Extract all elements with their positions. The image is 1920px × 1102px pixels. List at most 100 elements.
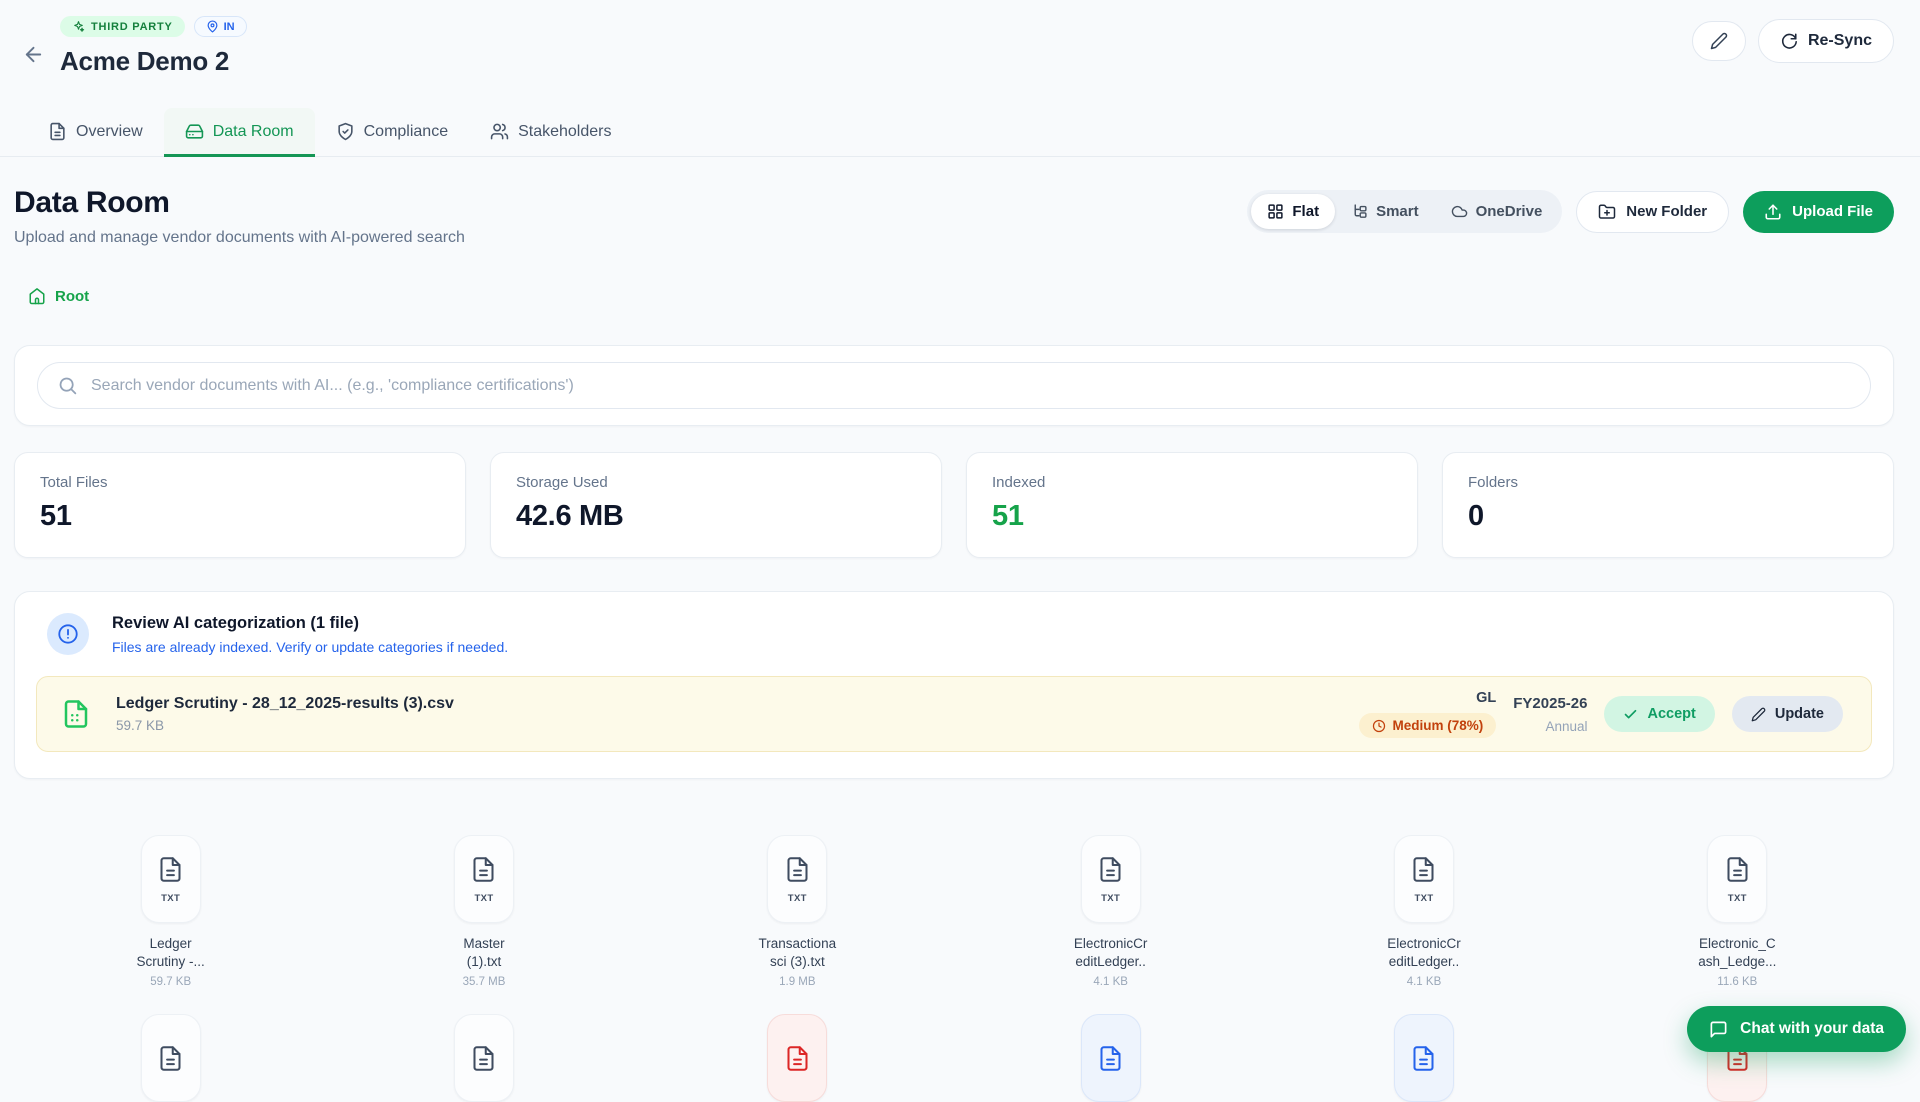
confidence-badge: Medium (78%) — [1358, 713, 1497, 738]
file-size: 1.9 MB — [779, 976, 816, 989]
grid-icon — [1267, 203, 1284, 220]
accept-button[interactable]: Accept — [1604, 696, 1715, 732]
tab-stakeholders[interactable]: Stakeholders — [469, 108, 632, 156]
file-card[interactable]: TXT ElectronicCr editLedger.. 4.1 KB — [954, 835, 1267, 988]
app-header: THIRD PARTY IN Acme Demo 2 Re-Sync — [0, 0, 1920, 77]
view-option-smart[interactable]: Smart — [1335, 194, 1435, 229]
folder-plus-icon — [1598, 203, 1616, 221]
edit-button[interactable] — [1691, 21, 1746, 61]
file-text-icon — [48, 122, 67, 141]
third-party-badge: THIRD PARTY — [60, 16, 185, 37]
stat-card-indexed: Indexed 51 — [966, 452, 1418, 558]
file-ext-label: TXT — [161, 893, 181, 904]
update-button[interactable]: Update — [1731, 696, 1843, 732]
txt-file-icon: TXT — [1080, 835, 1141, 923]
badges: THIRD PARTY IN — [60, 16, 247, 37]
page-subtitle: Upload and manage vendor documents with … — [14, 229, 465, 246]
arrow-left-icon — [22, 43, 45, 66]
tab-overview[interactable]: Overview — [27, 108, 164, 156]
file-card[interactable] — [327, 1014, 640, 1102]
resync-button[interactable]: Re-Sync — [1757, 19, 1894, 63]
doc-file-icon — [1393, 1014, 1454, 1102]
search-icon — [57, 375, 78, 396]
alert-circle-icon — [47, 613, 89, 655]
toolbar: Flat Smart OneDrive New Folder Upload Fi… — [1247, 190, 1894, 233]
stat-value: 42.6 MB — [516, 500, 624, 532]
breadcrumb-root-label: Root — [55, 287, 90, 305]
map-pin-icon — [206, 20, 219, 33]
search-input[interactable] — [37, 362, 1871, 409]
refresh-icon — [1780, 32, 1798, 50]
tree-icon — [1351, 203, 1368, 220]
stat-label: Folders — [1468, 474, 1519, 491]
new-folder-button[interactable]: New Folder — [1576, 190, 1730, 233]
users-icon — [490, 122, 509, 141]
breadcrumb-root[interactable]: Root — [28, 287, 1894, 305]
third-party-badge-label: THIRD PARTY — [91, 20, 173, 33]
doc-file-icon — [140, 1014, 201, 1102]
doc-file-icon — [1080, 1014, 1141, 1102]
chat-with-data-button[interactable]: Chat with your data — [1687, 1006, 1906, 1052]
pencil-icon — [1751, 707, 1766, 722]
file-card[interactable]: TXT ElectronicCr editLedger.. 4.1 KB — [1267, 835, 1580, 988]
stats-row: Total Files 51 Storage Used 42.6 MB Inde… — [14, 452, 1894, 558]
frequency-label: Annual — [1545, 718, 1588, 734]
confidence-badge-label: Medium (78%) — [1392, 718, 1484, 733]
txt-file-icon: TXT — [453, 835, 514, 923]
accept-button-label: Accept — [1647, 706, 1696, 722]
file-card[interactable]: TXT Ledger Scrutiny -... 59.7 KB — [14, 835, 327, 988]
review-categorization-card: Review AI categorization (1 file) Files … — [14, 591, 1894, 779]
stat-card-storage-used: Storage Used 42.6 MB — [490, 452, 942, 558]
file-card[interactable]: TXT Master (1).txt 35.7 MB — [327, 835, 640, 988]
file-ext-label: TXT — [474, 893, 494, 904]
category-label: GL — [1476, 690, 1497, 706]
update-button-label: Update — [1774, 706, 1824, 722]
file-size: 59.7 KB — [150, 976, 192, 989]
file-name: Electronic_C ash_Ledge... — [1698, 936, 1777, 970]
country-badge: IN — [193, 16, 247, 37]
tab-compliance-label: Compliance — [363, 122, 449, 140]
sparkles-icon — [72, 20, 85, 33]
file-card[interactable] — [1267, 1014, 1580, 1102]
tab-data-room[interactable]: Data Room — [163, 108, 315, 157]
chat-with-data-button-label: Chat with your data — [1740, 1020, 1884, 1037]
txt-file-icon: TXT — [767, 835, 828, 923]
entity-title: Acme Demo 2 — [60, 46, 230, 76]
file-ext-label: TXT — [787, 893, 807, 904]
country-badge-label: IN — [223, 20, 235, 33]
file-ext-label: TXT — [1727, 893, 1747, 904]
main-content: Data Room Upload and manage vendor docum… — [0, 186, 1920, 1102]
upload-file-button[interactable]: Upload File — [1743, 190, 1894, 233]
file-ext-label: TXT — [1101, 893, 1121, 904]
clock-icon — [1372, 719, 1386, 733]
file-card[interactable] — [641, 1014, 954, 1102]
stat-label: Storage Used — [516, 474, 608, 491]
doc-file-icon — [453, 1014, 514, 1102]
tab-compliance[interactable]: Compliance — [315, 108, 469, 156]
review-file-row: Ledger Scrutiny - 28_12_2025-results (3)… — [36, 676, 1872, 752]
cloud-icon — [1451, 203, 1468, 220]
file-card[interactable]: TXT Transactiona sci (3).txt 1.9 MB — [641, 835, 954, 988]
txt-file-icon: TXT — [140, 835, 201, 923]
file-name: Master (1).txt — [463, 936, 505, 970]
view-toggle: Flat Smart OneDrive — [1247, 190, 1563, 233]
tab-stakeholders-label: Stakeholders — [518, 122, 612, 140]
file-card[interactable] — [14, 1014, 327, 1102]
hard-drive-icon — [185, 122, 204, 141]
file-size: 35.7 MB — [462, 976, 506, 989]
file-card[interactable]: TXT Electronic_C ash_Ledge... 11.6 KB — [1581, 835, 1894, 988]
stat-card-folders: Folders 0 — [1442, 452, 1894, 558]
stat-value: 0 — [1468, 500, 1484, 532]
shield-check-icon — [336, 122, 355, 141]
view-option-onedrive[interactable]: OneDrive — [1435, 194, 1559, 229]
view-option-flat[interactable]: Flat — [1251, 194, 1336, 229]
tab-data-room-label: Data Room — [212, 122, 294, 140]
back-button[interactable] — [22, 31, 45, 77]
view-option-onedrive-label: OneDrive — [1475, 203, 1543, 220]
spreadsheet-file-icon — [61, 699, 91, 729]
stat-label: Indexed — [992, 474, 1046, 491]
tab-bar: Overview Data Room Compliance Stakeholde… — [0, 108, 1920, 157]
txt-file-icon: TXT — [1707, 835, 1768, 923]
file-card[interactable] — [954, 1014, 1267, 1102]
new-folder-button-label: New Folder — [1626, 203, 1708, 220]
